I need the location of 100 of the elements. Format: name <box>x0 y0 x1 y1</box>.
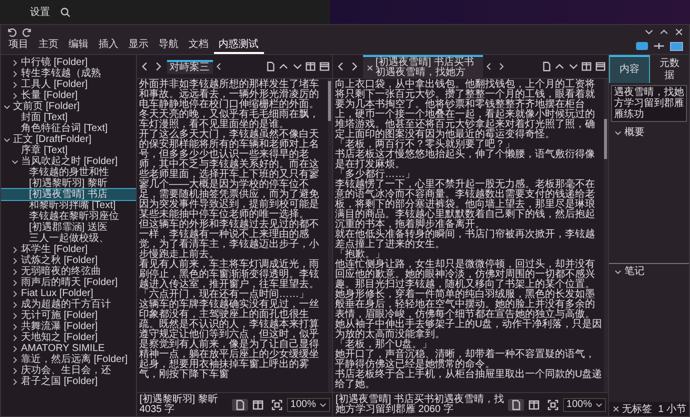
forward-icon[interactable] <box>349 61 360 72</box>
minimize-icon[interactable] <box>644 27 654 37</box>
scroll-right-icon[interactable] <box>496 62 506 71</box>
binder-item[interactable]: 长量 [Folder] <box>1 90 136 101</box>
tags-label: 无标签 <box>622 402 653 416</box>
paragraph: 书店老板这才慢悠悠地抬起头，伸了个懒腰，语气敷衍得像是在打发麻烦。 <box>335 150 596 170</box>
close-icon[interactable] <box>612 405 620 413</box>
binder-label: 成为超越的千方百计 <box>21 299 111 310</box>
binder-label: 工具人 [Folder] <box>21 79 88 90</box>
binder-item[interactable]: 转生李铉越（成熟 <box>1 68 136 79</box>
forward-icon[interactable] <box>153 61 164 72</box>
binder-item[interactable]: 封面 [Text] <box>1 112 136 123</box>
maximize-icon[interactable] <box>659 27 669 37</box>
binder-item[interactable]: 君子之国 [Folder] <box>1 376 136 387</box>
binder-label: 文前页 [Folder] <box>13 101 80 112</box>
binder-item[interactable]: 庆功会、生日会，还 <box>1 365 136 376</box>
binder-item[interactable]: 角色特征台词 [Text] <box>1 123 136 134</box>
paragraph: 书店老板终于合上手机，从柜台抽屉里取出一个同款的U盘递给了她。 <box>335 370 603 390</box>
document-icon[interactable] <box>540 61 552 72</box>
binder-item[interactable]: AMATORY SIMILE <box>1 343 136 354</box>
paragraph: 外面并非如李铉越所想的那样发生了堵车和事故。远远看去，一辆外形光滑凌厉的电车静静地停在校门口伸缩栅栏的外面。冬天天亮的晚，又似乎有毛毛细雨在飘，车灯漫照，看不见里面坐的是谁。 <box>139 80 320 130</box>
menu-tab[interactable]: 编辑 <box>64 38 94 54</box>
zoom-dropdown[interactable]: 100% <box>287 398 330 412</box>
chevron-down-icon[interactable] <box>3 102 11 110</box>
menu-tab[interactable]: 导航 <box>154 38 184 54</box>
chevron-down-icon[interactable] <box>11 158 19 166</box>
paragraph: 她身形修长，穿着一件简单的纯白羽绒服，黑色的长发如墨般垂在身后，轻轻地在空气中摆动。她的脸上并没有多余的表情，眉眼冷峻，仿佛每个细节都在宣告她的独立与高傲。她从袖子中伸出手去够架子上的U盘，动作干净利落，只是因为放的太高而没能拿到。 <box>335 290 603 340</box>
editor-tab[interactable]: [初遇夜雪晴] 书店买书初遇夜雪晴，找她方 <box>362 54 482 78</box>
panel-icon[interactable] <box>670 42 682 51</box>
binder-label: 序章 [Text] <box>21 145 68 156</box>
binder-label: 三人一起做校级、 <box>29 233 109 244</box>
binder-item[interactable]: 中行镜 [Folder] <box>1 57 136 68</box>
split-horizontal-icon[interactable] <box>318 61 330 72</box>
down-icon[interactable] <box>568 61 578 72</box>
binder-item[interactable]: 共舞流瀑 [Folder] <box>1 321 136 332</box>
binder-label: 正文 [DraftFolder] <box>13 134 92 145</box>
binder-item[interactable]: 文前页 [Folder] <box>1 101 136 112</box>
binder-item[interactable]: 试炼之秋 [Folder] <box>1 255 136 266</box>
close-icon[interactable] <box>674 27 684 37</box>
chevron-down-icon[interactable] <box>3 136 11 144</box>
binder-item[interactable]: 成为超越的千方百计 <box>1 299 136 310</box>
binder-item[interactable]: 当风吹起之时 [Folder] <box>1 156 136 167</box>
paragraph: 向上衣口袋，从中拿出钱包。他翻找钱包，上个月的工资将将只剩下一张百元大钞。攒了整整一个月的工钱，眼看着就要为几本书掏空了。他将钞票和零钱整整齐齐地摆在柜台上，硬币一个接一个地叠在一起，看起来就像小时候玩过的堆塔游戏。他甚至还将百元大钞拿起来对着灯光照了照，确定上面印的图案没有因为他最近的霉运变得奇怪。 <box>335 80 596 140</box>
page-view-button[interactable] <box>232 398 248 410</box>
binder-item[interactable]: 李铉越在黎昕羽座位 <box>1 211 136 222</box>
editor-tab[interactable]: 对峙案三 <box>166 60 212 74</box>
binder-item[interactable]: 工具人 [Folder] <box>1 79 136 90</box>
close-icon[interactable] <box>366 64 374 72</box>
binder-item[interactable]: 靠近，然后远离 [Folder] <box>1 354 136 365</box>
scrollbar-thumb[interactable] <box>328 81 331 121</box>
binder-item[interactable]: [初遇夜雪晴] 书店 <box>1 189 136 200</box>
binder-label: 庆功会、生日会，还 <box>21 365 111 376</box>
title-field[interactable]: 遇夜雪晴，找她方学习留到郡雁雁练功 <box>611 85 687 122</box>
section-label: 概要 <box>624 126 644 138</box>
binder-item[interactable]: 坏学生 [Folder] <box>1 244 136 255</box>
binder-item[interactable]: [初遇黎昕羽] 黎昕 <box>1 178 136 189</box>
document-icon[interactable] <box>264 61 276 72</box>
scrollbar-thumb[interactable] <box>604 119 607 159</box>
split-vertical-icon[interactable] <box>305 61 316 72</box>
binder-label: [初遇郡霏涵] 送医 <box>29 222 108 233</box>
split-horizontal-icon[interactable] <box>594 61 606 72</box>
binder-item[interactable]: Fiat Lux [Folder] <box>1 288 136 299</box>
menu-tab[interactable]: 插入 <box>94 38 124 54</box>
caret-icon <box>594 400 602 408</box>
binder-item[interactable]: 雨声后的晴天 [Folder] <box>1 277 136 288</box>
binder-item[interactable]: 三人一起做校级、 <box>1 233 136 244</box>
zoom-dropdown[interactable]: 100% <box>563 398 606 412</box>
binder-label: 转生李铉越（成熟 <box>21 68 101 79</box>
paragraph: 「老板，那个U盘。」 <box>335 340 434 350</box>
status-text: [初遇夜雪晴] 书店买书初遇夜雪晴，找她方学习留到郡雁 2060 字 <box>336 394 505 414</box>
menu-tab[interactable]: 项目 <box>4 38 34 54</box>
binder-item[interactable]: 无计可施 [Folder] <box>1 310 136 321</box>
binder-item[interactable]: [初遇郡霏涵] 送医 <box>1 222 136 233</box>
binder-item[interactable]: 天地知之 [Folder] <box>1 332 136 343</box>
window-title: 设置 <box>30 6 50 20</box>
search-icon[interactable] <box>60 6 71 18</box>
binder-item[interactable]: 李铉越的身世和性 <box>1 167 136 178</box>
down-icon[interactable] <box>292 61 302 72</box>
toggle-icon[interactable] <box>636 42 648 50</box>
chevron-down-icon[interactable] <box>614 128 622 136</box>
binder-item[interactable]: 序章 [Text] <box>1 145 136 156</box>
binder-item[interactable]: 无弱暗夜的终弦曲 <box>1 266 136 277</box>
page-view-button[interactable] <box>508 398 524 410</box>
chevron-down-icon[interactable] <box>614 268 622 276</box>
undo-icon[interactable] <box>6 26 17 38</box>
redo-icon[interactable] <box>22 26 33 38</box>
binder-label: AMATORY SIMILE <box>21 343 105 354</box>
binder-item[interactable]: 正文 [DraftFolder] <box>1 134 136 145</box>
inspector-tab[interactable]: 内容 <box>609 55 650 83</box>
split-vertical-icon[interactable] <box>581 61 592 72</box>
menu-tab[interactable]: 显示 <box>124 38 154 54</box>
caret-icon <box>318 400 326 408</box>
menu-tab[interactable]: 主页 <box>34 38 64 54</box>
binder-label: 无计可施 [Folder] <box>21 310 98 321</box>
menu-tab[interactable]: 文档 <box>184 38 214 54</box>
binder-label: 坏学生 [Folder] <box>21 244 88 255</box>
paragraph: 她开口了，声音沉稳、清晰，却带着一种不容置疑的语气，平静得仿佛这已经是她惯常的命令。 <box>335 350 595 370</box>
paragraph: 「六点开门，现在还有一点时间……」 <box>139 290 309 300</box>
paragraph: 「多少都行……」 <box>335 170 415 180</box>
binder-label: [初遇黎昕羽] 黎昕 <box>29 178 108 189</box>
